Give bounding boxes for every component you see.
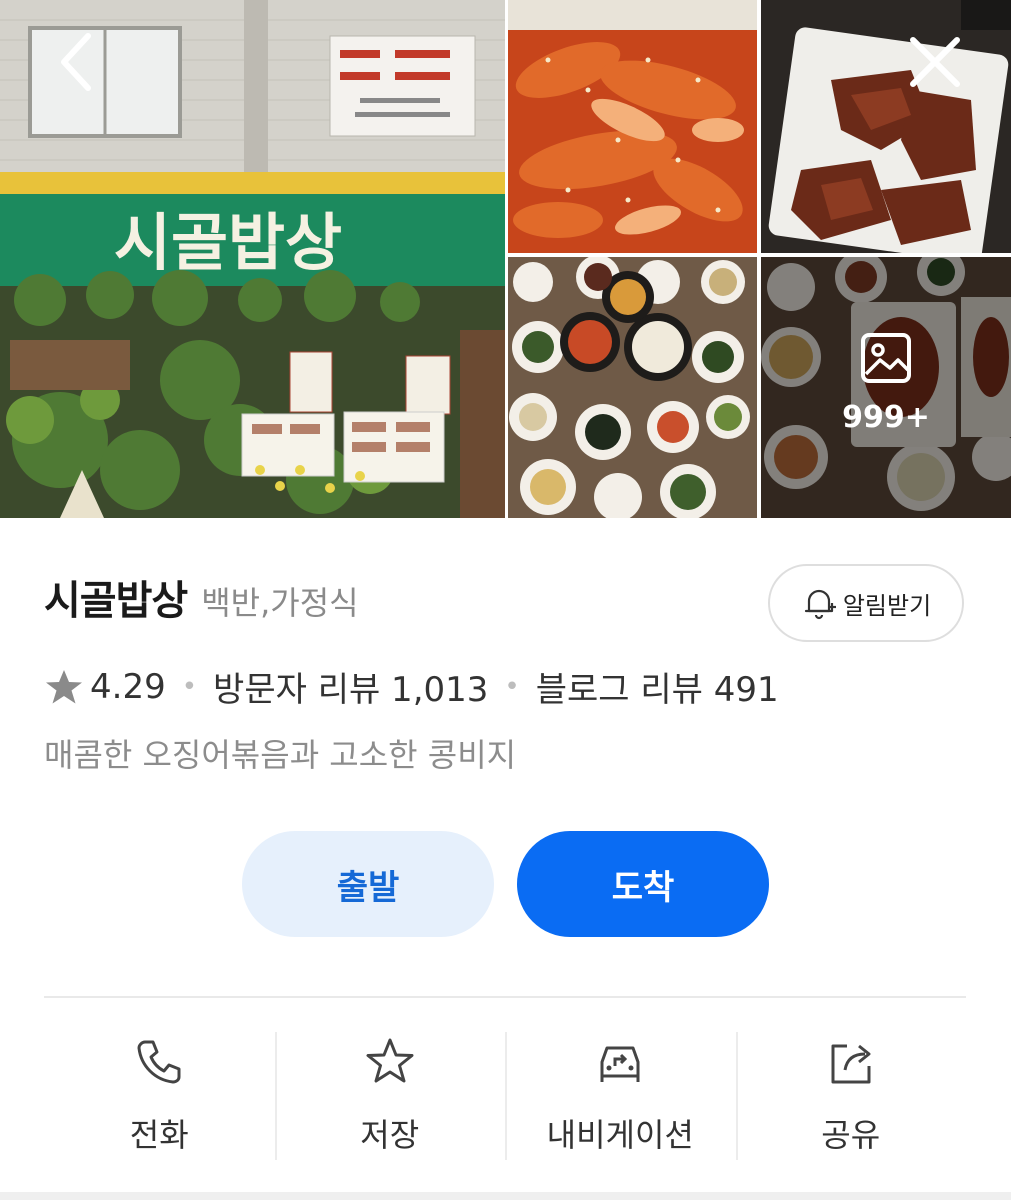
visitor-reviews-link[interactable]: 방문자 리뷰 1,013: [213, 662, 488, 711]
place-category: 백반,가정식: [201, 584, 359, 622]
separator-dot: •: [504, 671, 520, 702]
more-photos-count: 999+: [842, 400, 930, 435]
call-action[interactable]: 전화: [44, 1030, 275, 1162]
action-bar: 전화 저장 내비게이션 공유: [44, 1030, 966, 1162]
call-label: 전화: [129, 1116, 189, 1154]
notify-button[interactable]: 알림받기: [768, 564, 964, 642]
place-tagline: 매콤한 오징어볶음과 고소한 콩비지: [44, 736, 517, 774]
share-action[interactable]: 공유: [735, 1030, 967, 1162]
phone-icon: [137, 1040, 181, 1084]
separator-dot: •: [181, 671, 198, 702]
car-navigation-icon: [600, 1046, 640, 1082]
share-label: 공유: [821, 1116, 881, 1154]
navigation-action[interactable]: 내비게이션: [505, 1030, 736, 1162]
arrive-button[interactable]: 도착: [517, 831, 769, 937]
photo-gallery: 시골밥상 999+: [0, 0, 1011, 518]
save-label: 저장: [360, 1116, 420, 1154]
share-icon: [831, 1044, 871, 1084]
navigation-label: 내비게이션: [546, 1116, 694, 1154]
food-photo-side-dishes[interactable]: [508, 257, 757, 518]
bell-plus-icon: [804, 589, 836, 620]
close-icon[interactable]: [903, 30, 967, 94]
food-photo-spicy-squid[interactable]: [508, 0, 757, 253]
rating-row: 4.29 • 방문자 리뷰 1,013 • 블로그 리뷰 491: [44, 662, 779, 711]
save-action[interactable]: 저장: [274, 1030, 506, 1162]
star-outline-icon: [366, 1038, 414, 1083]
signboard-text: 시골밥상: [114, 206, 342, 279]
image-icon: [861, 333, 911, 383]
back-arrow-icon[interactable]: [44, 30, 108, 94]
food-photo-grilled-meat[interactable]: [761, 0, 1011, 253]
depart-button[interactable]: 출발: [242, 831, 494, 937]
blog-reviews-link[interactable]: 블로그 리뷰 491: [536, 662, 779, 711]
bottom-divider: [0, 1192, 1011, 1200]
place-name: 시골밥상: [44, 578, 188, 624]
star-icon: [46, 669, 82, 703]
divider: [44, 996, 966, 998]
title-row: 시골밥상 백반,가정식: [44, 568, 359, 632]
notify-label: 알림받기: [842, 591, 932, 620]
more-photos-overlay[interactable]: [761, 257, 1011, 518]
rating-value: 4.29: [90, 666, 166, 707]
